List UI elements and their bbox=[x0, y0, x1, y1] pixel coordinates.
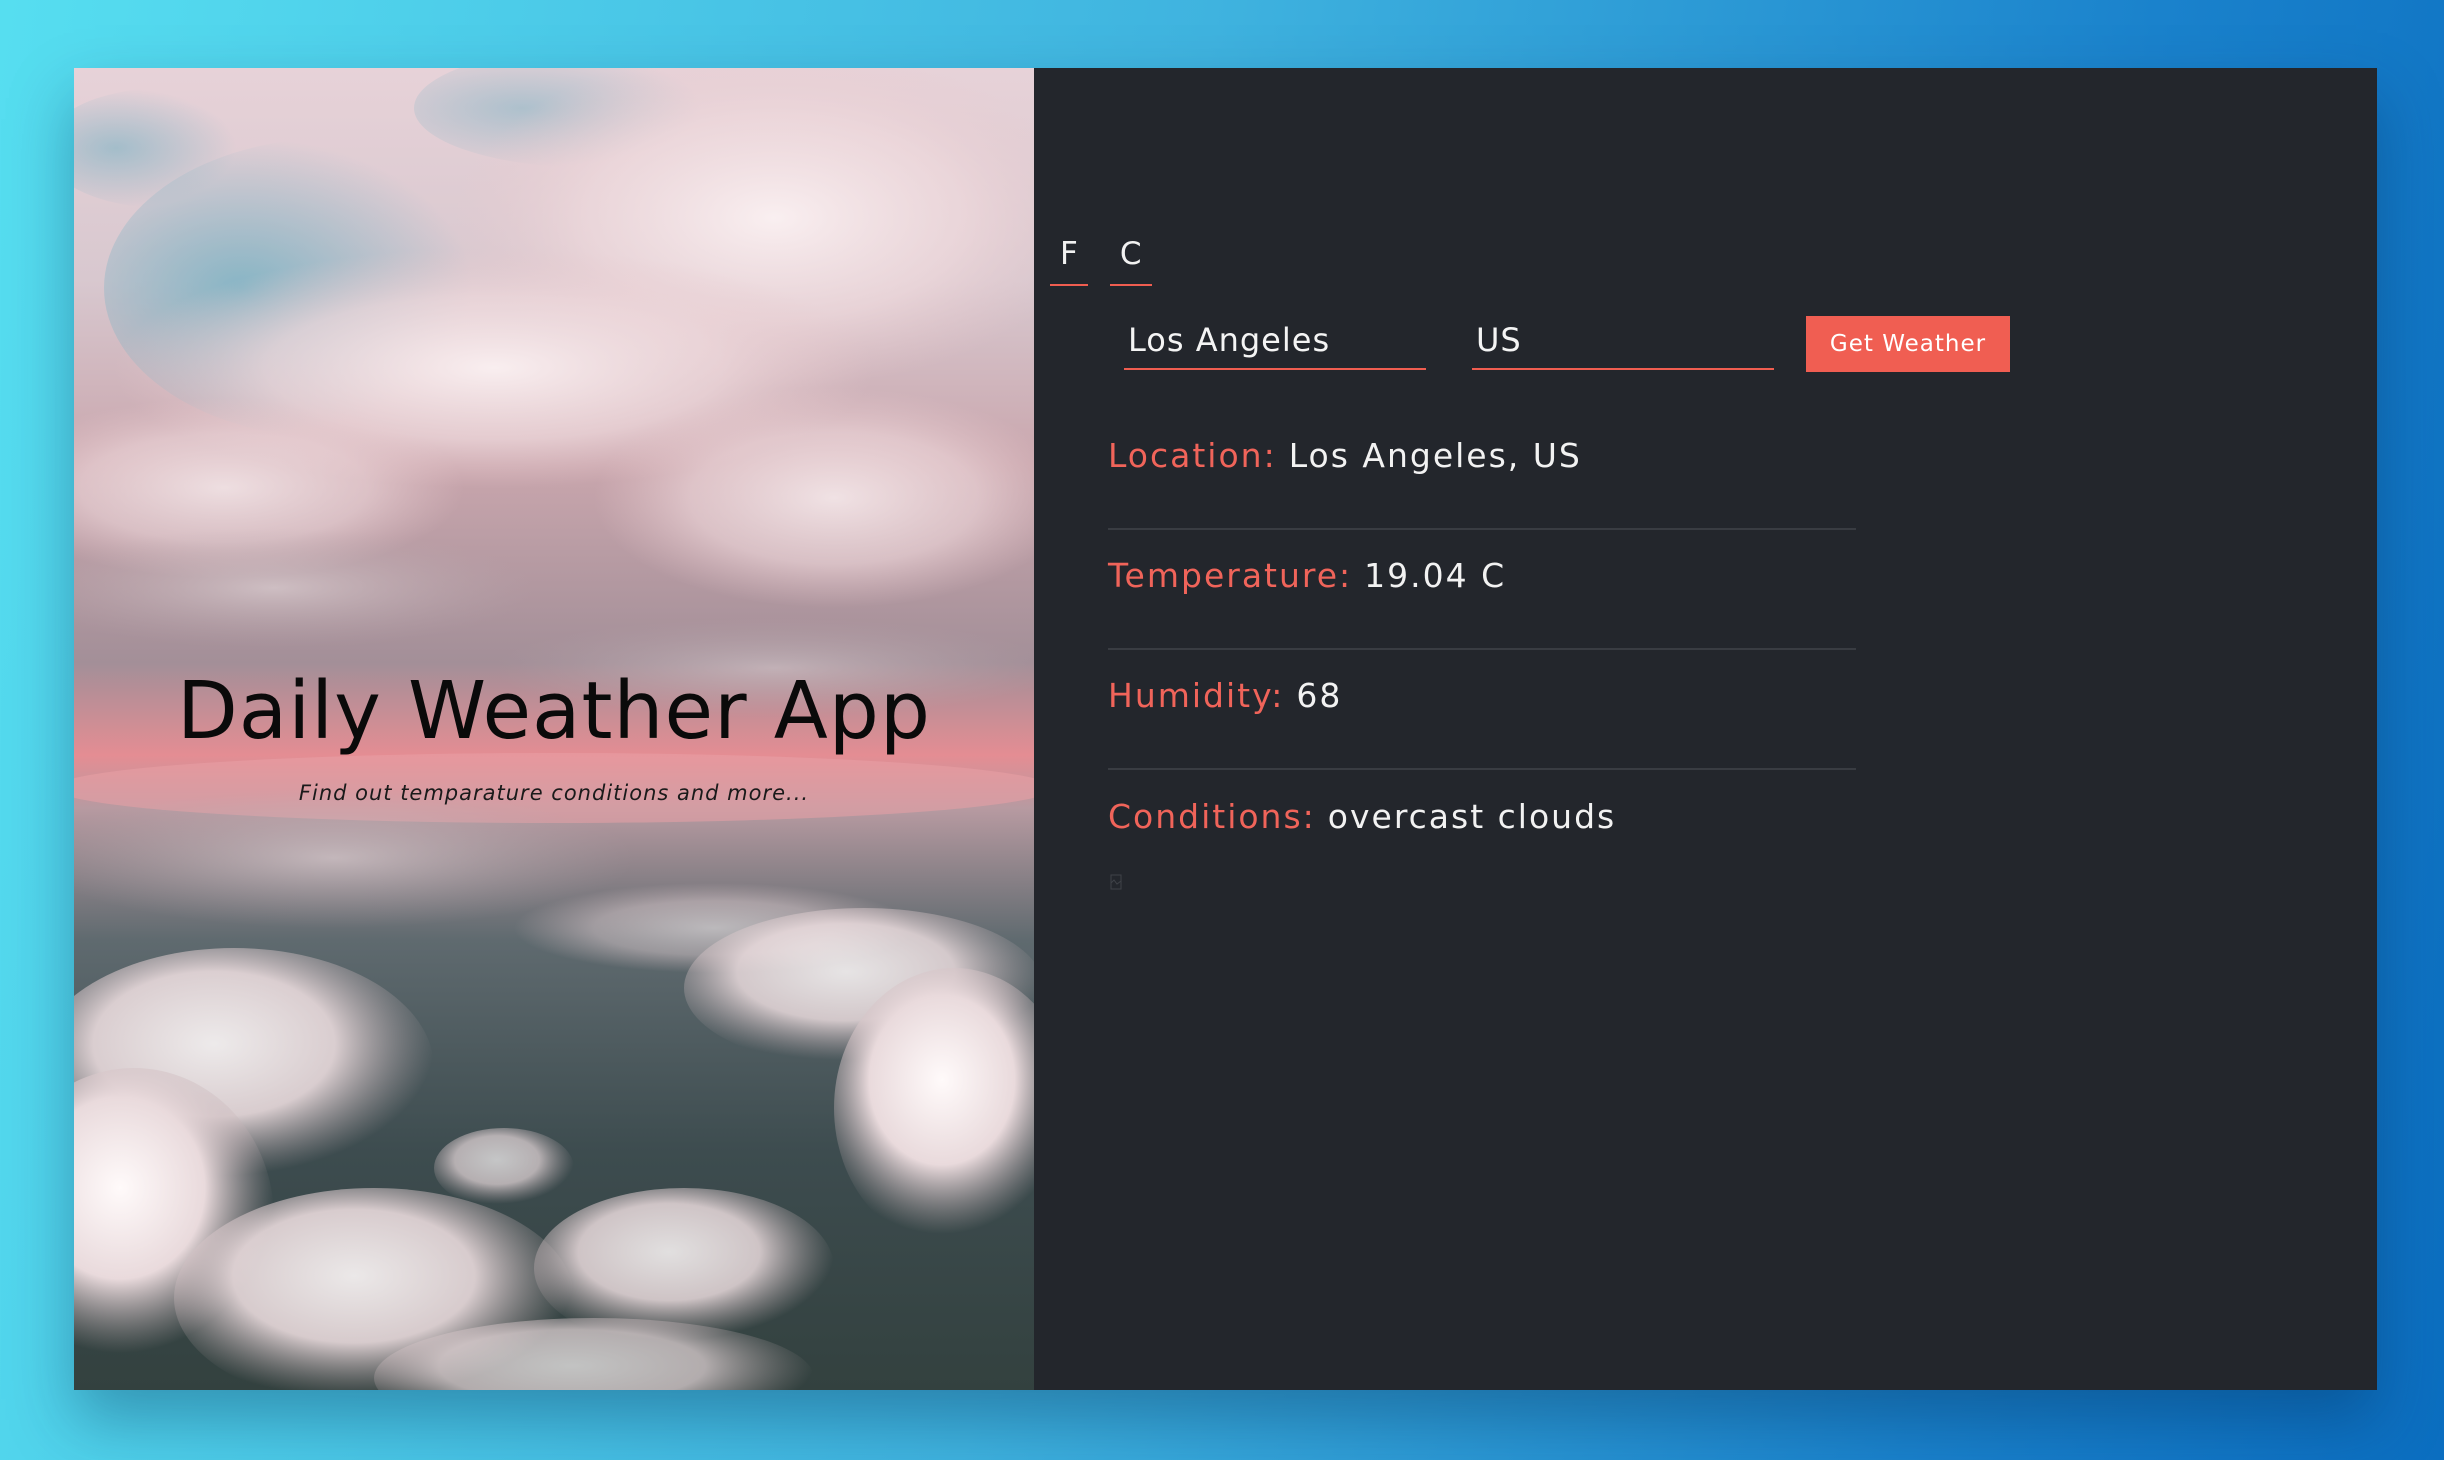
country-input[interactable] bbox=[1472, 318, 1774, 370]
humidity-label: Humidity: bbox=[1108, 675, 1285, 715]
humidity-row: Humidity: 68 bbox=[1108, 650, 1856, 770]
weather-form: Get Weather bbox=[1124, 316, 2010, 372]
conditions-value: overcast clouds bbox=[1327, 796, 1617, 836]
conditions-row: Conditions: overcast clouds bbox=[1108, 770, 1856, 890]
weather-results: Location: Los Angeles, US Temperature: 1… bbox=[1108, 410, 1856, 890]
city-input[interactable] bbox=[1124, 318, 1426, 370]
location-label: Location: bbox=[1108, 435, 1277, 475]
get-weather-button[interactable]: Get Weather bbox=[1806, 316, 2010, 372]
location-row: Location: Los Angeles, US bbox=[1108, 410, 1856, 530]
hero-panel: Daily Weather App Find out temparature c… bbox=[74, 68, 1034, 1390]
temperature-value: 19.04 C bbox=[1364, 555, 1507, 595]
app-subtitle: Find out temparature conditions and more… bbox=[298, 780, 810, 805]
temperature-row: Temperature: 19.04 C bbox=[1108, 530, 1856, 650]
humidity-value: 68 bbox=[1296, 675, 1343, 715]
temperature-label: Temperature: bbox=[1108, 555, 1353, 595]
broken-image-icon bbox=[1110, 874, 1122, 890]
celsius-tab[interactable]: C bbox=[1109, 230, 1152, 286]
fahrenheit-tab[interactable]: F bbox=[1050, 230, 1088, 286]
unit-toggle: F C bbox=[1050, 230, 1152, 286]
hero-text: Daily Weather App Find out temparature c… bbox=[74, 668, 1034, 805]
app-title: Daily Weather App bbox=[176, 665, 932, 757]
location-value: Los Angeles, US bbox=[1288, 435, 1582, 475]
conditions-label: Conditions: bbox=[1108, 796, 1316, 836]
